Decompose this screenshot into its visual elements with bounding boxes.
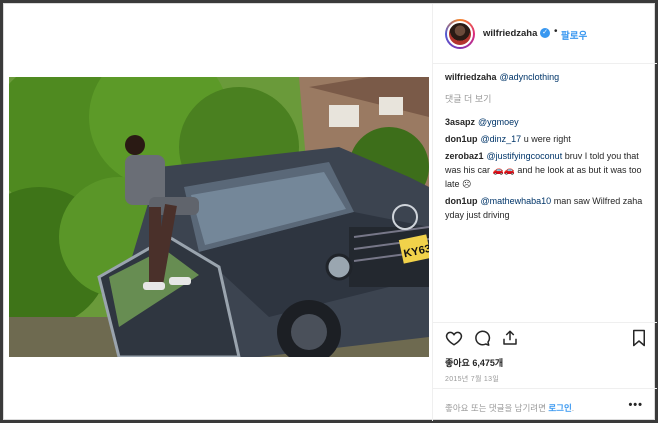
comment-username[interactable]: zerobaz1	[445, 151, 484, 161]
load-more-comments-link[interactable]: 댓글 더 보기	[445, 92, 650, 105]
comments-list: wilfriedzaha @adynclothing 댓글 더 보기 3asapz…	[445, 70, 650, 225]
comment-icon[interactable]	[473, 329, 491, 347]
comment-mention[interactable]: @ygmoey	[478, 117, 519, 127]
header-username[interactable]: wilfriedzaha	[483, 28, 537, 39]
follow-button[interactable]: 팔로우	[561, 28, 587, 42]
post-sidebar: wilfriedzaha ✓ • 팔로우 wilfriedzaha @adyncl…	[432, 4, 657, 421]
list-item: 3asapz @ygmoey	[445, 115, 650, 129]
heart-icon[interactable]	[445, 329, 463, 347]
avatar-image	[447, 21, 473, 47]
caption-username[interactable]: wilfriedzaha	[445, 72, 497, 82]
comment-username[interactable]: don1up	[445, 196, 478, 206]
login-prompt: 좋아요 또는 댓글을 남기려면 로그인.	[445, 402, 574, 414]
post-header: wilfriedzaha ✓ • 팔로우	[433, 4, 657, 64]
login-link[interactable]: 로그인	[548, 403, 571, 413]
comment-username[interactable]: don1up	[445, 134, 478, 144]
separator-dot: •	[554, 26, 558, 37]
caption-mention[interactable]: @adynclothing	[500, 72, 560, 82]
login-prompt-text: 좋아요 또는 댓글을 남기려면	[445, 403, 546, 413]
list-item: don1up @dinz_17 u were right	[445, 132, 650, 146]
post-window: KY63 wilfriedzaha ✓ • 팔로우 wilfriedzaha @…	[3, 3, 657, 421]
comment-username[interactable]: 3asapz	[445, 117, 475, 127]
comment-mention[interactable]: @mathewhaba10	[481, 196, 552, 206]
comment-text: u were right	[523, 134, 571, 144]
add-comment-area: 좋아요 또는 댓글을 남기려면 로그인. •••	[433, 388, 657, 421]
list-item: zerobaz1 @justifyingcoconut bruv I told y…	[445, 149, 650, 191]
caption: wilfriedzaha @adynclothing	[445, 70, 650, 84]
post-date: 2015년 7월 13일	[445, 376, 500, 383]
list-item: don1up @mathewhaba10 man saw Wilfred zaha…	[445, 194, 650, 222]
post-photo[interactable]: KY63	[9, 77, 429, 357]
likes-count[interactable]: 좋아요 6,475개	[445, 356, 503, 369]
comment-mention[interactable]: @justifyingcoconut	[487, 151, 563, 161]
photo-car-illustration: KY63	[9, 77, 429, 357]
login-suffix: .	[571, 403, 575, 413]
avatar[interactable]	[445, 19, 475, 49]
bookmark-icon[interactable]	[631, 329, 647, 347]
comment-mention[interactable]: @dinz_17	[481, 134, 522, 144]
action-bar	[433, 322, 657, 350]
share-icon[interactable]	[501, 329, 519, 347]
verified-badge-icon: ✓	[540, 28, 550, 38]
more-options-button[interactable]: •••	[628, 399, 643, 411]
